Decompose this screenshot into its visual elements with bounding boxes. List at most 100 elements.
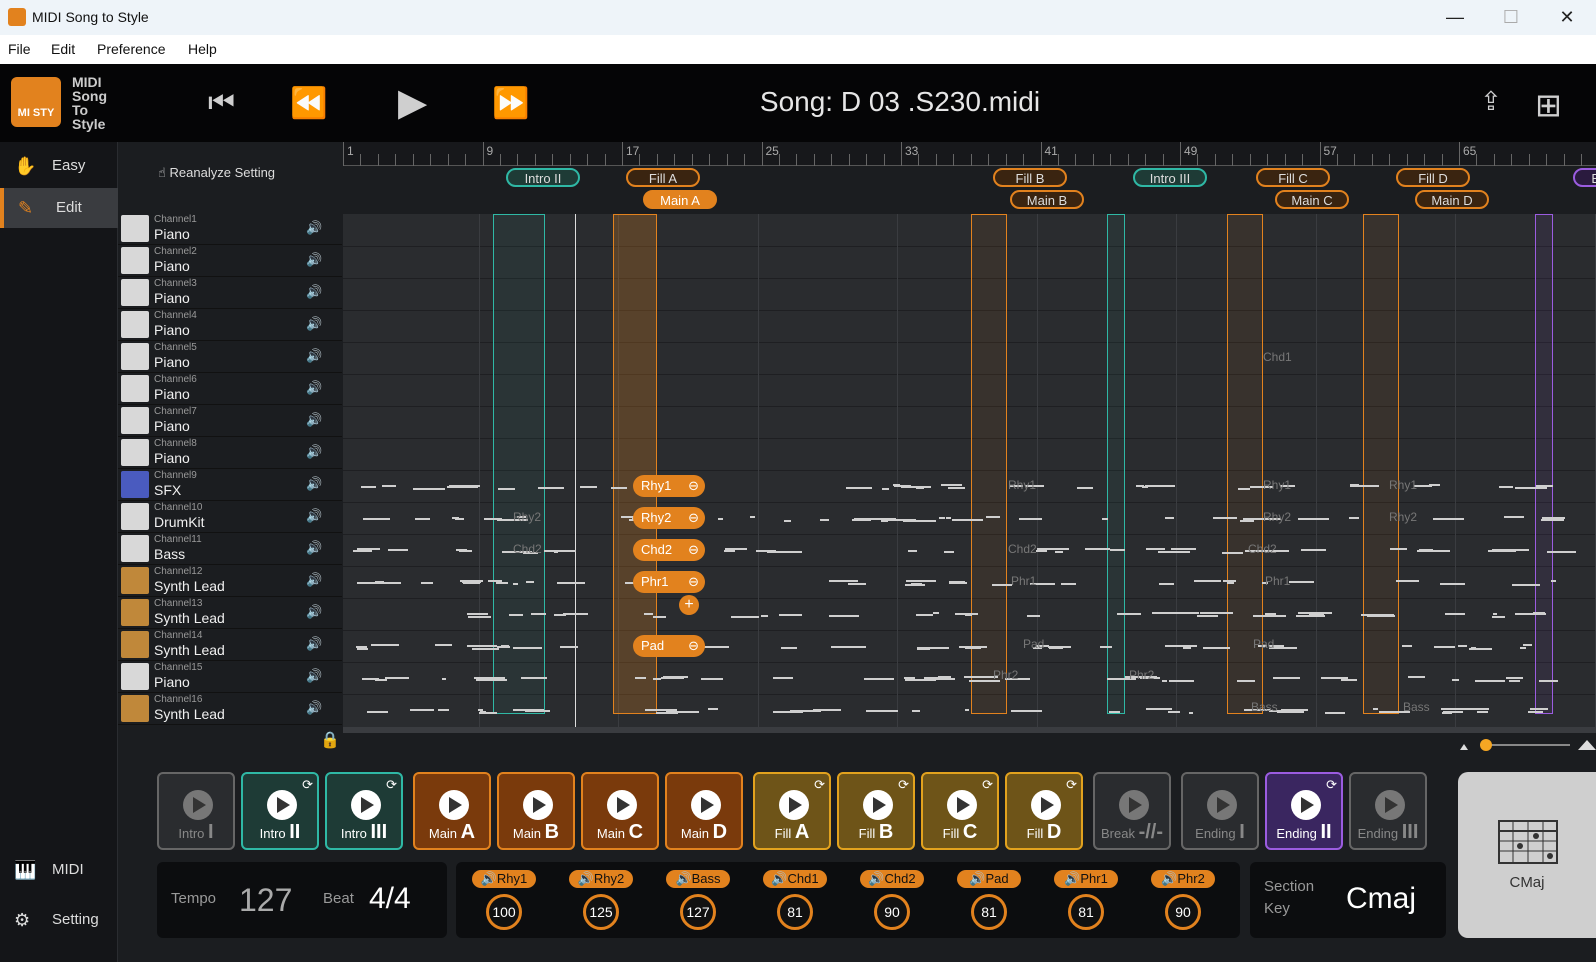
menu-edit[interactable]: Edit: [51, 41, 75, 57]
mixer-tag[interactable]: 🔊Phr2: [1151, 870, 1215, 888]
speaker-icon[interactable]: 🔊: [306, 604, 322, 620]
channel-row[interactable]: Channel10 DrumKit 🔊: [118, 501, 342, 533]
volume-knob[interactable]: 90: [874, 894, 910, 930]
fast-forward-icon[interactable]: ⏩: [492, 86, 529, 126]
speaker-icon[interactable]: 🔊: [306, 636, 322, 652]
channel-row[interactable]: Channel15 Piano 🔊: [118, 661, 342, 693]
mixer-tag[interactable]: 🔊Chd2: [860, 870, 924, 888]
speaker-icon[interactable]: 🔊: [306, 252, 322, 268]
loop-icon[interactable]: ⟳: [898, 777, 909, 793]
mixer-channel[interactable]: 🔊Pad 81: [947, 868, 1031, 934]
section-region[interactable]: [1363, 214, 1399, 714]
mixer-channel[interactable]: 🔊Bass 127: [656, 868, 740, 934]
section-button[interactable]: Main D: [665, 772, 743, 850]
track-assignment-pill[interactable]: Rhy1 ⊖: [633, 475, 705, 497]
remove-icon[interactable]: ⊖: [688, 539, 699, 561]
maximize-button[interactable]: ☐: [1482, 0, 1540, 35]
volume-knob[interactable]: 100: [486, 894, 522, 930]
track-assignment-pill[interactable]: Pad ⊖: [633, 635, 705, 657]
mixer-channel[interactable]: 🔊Rhy1 100: [462, 868, 546, 934]
menu-help[interactable]: Help: [188, 41, 217, 57]
minimize-button[interactable]: —: [1426, 0, 1484, 35]
mixer-tag[interactable]: 🔊Rhy1: [472, 870, 536, 888]
mixer-channel[interactable]: 🔊Chd1 81: [753, 868, 837, 934]
channel-row[interactable]: Channel14 Synth Lead 🔊: [118, 629, 342, 661]
section-button[interactable]: ⟳ Fill B: [837, 772, 915, 850]
speaker-icon[interactable]: 🔊: [306, 348, 322, 364]
mixer-tag[interactable]: 🔊Pad: [957, 870, 1021, 888]
channel-row[interactable]: Channel11 Bass 🔊: [118, 533, 342, 565]
volume-knob[interactable]: 127: [680, 894, 716, 930]
volume-knob[interactable]: 81: [971, 894, 1007, 930]
mixer-channel[interactable]: 🔊Chd2 90: [850, 868, 934, 934]
speaker-icon[interactable]: 🔊: [306, 540, 322, 556]
speaker-icon[interactable]: 🔊: [306, 508, 322, 524]
section-marker[interactable]: Intro II: [506, 168, 580, 187]
speaker-icon[interactable]: 🔊: [306, 316, 322, 332]
loop-icon[interactable]: ⟳: [982, 777, 993, 793]
add-icon[interactable]: ⊞: [1535, 86, 1562, 126]
nav-easy[interactable]: ✋ Easy: [0, 146, 118, 186]
rewind-icon[interactable]: ⏪: [290, 86, 327, 126]
playhead[interactable]: [575, 214, 576, 727]
track-assignment-pill[interactable]: Rhy2 ⊖: [633, 507, 705, 529]
channel-row[interactable]: Channel2 Piano 🔊: [118, 245, 342, 277]
track-assignment-pill[interactable]: Chd2 ⊖: [633, 539, 705, 561]
track-assignment-pill[interactable]: Phr1 ⊖: [633, 571, 705, 593]
remove-icon[interactable]: ⊖: [688, 475, 699, 497]
track-grid[interactable]: Rhy1 ⊖ Rhy2 ⊖ Chd2 ⊖ Phr1 ⊖ Pad ⊖ + Rhy2 Chd2 Rhy1 Chd…: [343, 214, 1596, 727]
speaker-icon[interactable]: 🔊: [306, 476, 322, 492]
section-button[interactable]: Ending I: [1181, 772, 1259, 850]
channel-row[interactable]: Channel12 Synth Lead 🔊: [118, 565, 342, 597]
section-marker[interactable]: End: [1573, 168, 1596, 187]
speaker-icon[interactable]: 🔊: [306, 572, 322, 588]
mixer-tag[interactable]: 🔊Rhy2: [569, 870, 633, 888]
mixer-channel[interactable]: 🔊Rhy2 125: [559, 868, 643, 934]
section-button[interactable]: Intro I: [157, 772, 235, 850]
volume-knob[interactable]: 81: [1068, 894, 1104, 930]
channel-row[interactable]: Channel13 Synth Lead 🔊: [118, 597, 342, 629]
section-marker[interactable]: Fill B: [993, 168, 1067, 187]
section-button[interactable]: ⟳ Fill D: [1005, 772, 1083, 850]
mixer-channel[interactable]: 🔊Phr2 90: [1141, 868, 1225, 934]
channel-row[interactable]: Channel5 Piano 🔊: [118, 341, 342, 373]
loop-icon[interactable]: ⟳: [814, 777, 825, 793]
key-value[interactable]: Cmaj: [1346, 882, 1416, 916]
volume-knob[interactable]: 81: [777, 894, 813, 930]
skip-to-start-icon[interactable]: ⏮: [208, 86, 235, 126]
reanalyze-setting-button[interactable]: ☝ Reanalyze Setting: [158, 165, 275, 181]
section-button[interactable]: ⟳ Ending II: [1265, 772, 1343, 850]
section-marker[interactable]: Intro III: [1133, 168, 1207, 187]
section-marker[interactable]: Fill A: [626, 168, 700, 187]
export-icon[interactable]: ⇪: [1480, 86, 1502, 126]
zoom-slider[interactable]: [1460, 738, 1596, 751]
loop-icon[interactable]: ⟳: [302, 777, 313, 793]
mixer-tag[interactable]: 🔊Chd1: [763, 870, 827, 888]
remove-icon[interactable]: ⊖: [688, 635, 699, 657]
menu-file[interactable]: File: [8, 41, 31, 57]
chord-panel[interactable]: CMaj: [1458, 772, 1596, 938]
timeline-ruler[interactable]: 1 9 17 25 33 41 49 57 65: [343, 142, 1596, 166]
beat-value[interactable]: 4/4: [369, 882, 411, 916]
section-button[interactable]: ⟳ Intro II: [241, 772, 319, 850]
section-region[interactable]: [1535, 214, 1553, 714]
mixer-tag[interactable]: 🔊Phr1: [1054, 870, 1118, 888]
nav-setting[interactable]: ⚙ Setting: [0, 900, 118, 940]
play-icon[interactable]: ▶: [398, 80, 427, 124]
speaker-icon[interactable]: 🔊: [306, 444, 322, 460]
menu-preference[interactable]: Preference: [97, 41, 165, 57]
section-button[interactable]: Main B: [497, 772, 575, 850]
main-marker[interactable]: Main D: [1415, 190, 1489, 209]
channel-row[interactable]: Channel7 Piano 🔊: [118, 405, 342, 437]
mixer-channel[interactable]: 🔊Phr1 81: [1044, 868, 1128, 934]
loop-icon[interactable]: ⟳: [1326, 777, 1337, 793]
channel-row[interactable]: Channel8 Piano 🔊: [118, 437, 342, 469]
channel-row[interactable]: Channel4 Piano 🔊: [118, 309, 342, 341]
tempo-value[interactable]: 127: [239, 882, 292, 919]
main-marker[interactable]: Main C: [1275, 190, 1349, 209]
section-marker[interactable]: Fill C: [1256, 168, 1330, 187]
channel-row[interactable]: Channel1 Piano 🔊: [118, 213, 342, 245]
nav-midi[interactable]: 🎹 MIDI: [0, 850, 118, 890]
loop-icon[interactable]: ⟳: [386, 777, 397, 793]
volume-knob[interactable]: 125: [583, 894, 619, 930]
